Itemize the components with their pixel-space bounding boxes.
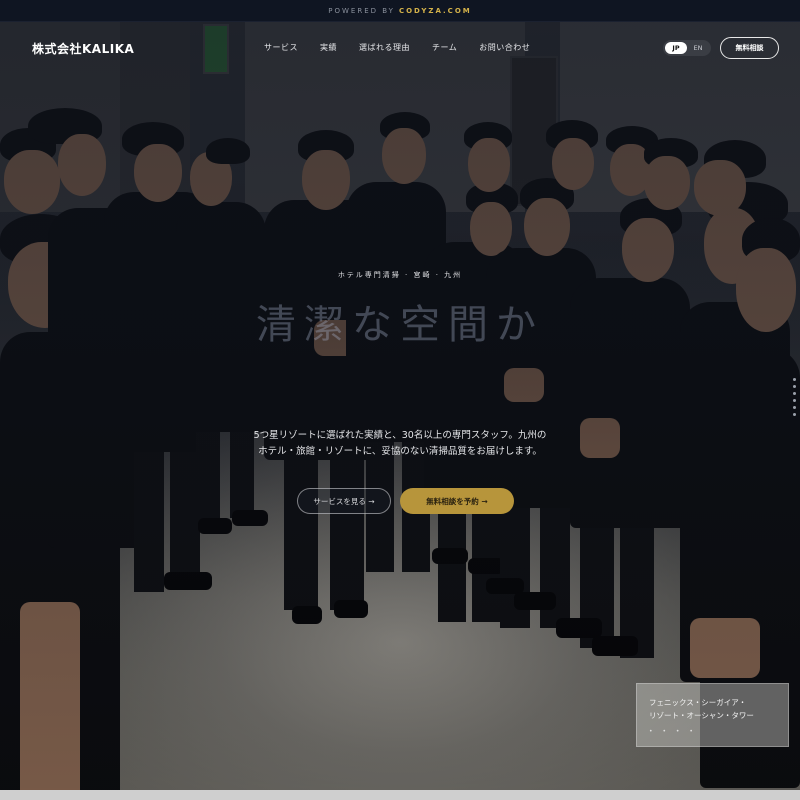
hero-description-line: ホテル・旅館・リゾートに、妥協のない清掃品質をお届けします。	[258, 446, 542, 457]
next-section-edge	[0, 790, 800, 800]
powered-by-brand-link[interactable]: CODYZA.COM	[399, 7, 472, 15]
powered-by-bar: POWERED BY CODYZA.COM	[0, 0, 800, 22]
hero-description-line: 5つ星リゾートに選ばれた実績と、30名以上の専門スタッフ。九州の	[253, 430, 547, 441]
language-toggle[interactable]: JP EN	[663, 40, 711, 56]
client-card-dots: • • • •	[649, 728, 697, 735]
nav-item-team[interactable]: チーム	[432, 42, 457, 53]
nav-item-contact[interactable]: お問い合わせ	[479, 42, 530, 53]
free-consultation-button[interactable]: 無料相談	[720, 37, 779, 59]
view-services-button[interactable]: サービスを見る →	[297, 488, 391, 514]
lang-option-jp[interactable]: JP	[665, 42, 687, 54]
hero-dark-overlay	[0, 22, 800, 790]
hero-description: 5つ星リゾートに選ばれた実績と、30名以上の専門スタッフ。九州の ホテル・旅館・…	[220, 428, 580, 460]
nav-item-services[interactable]: サービス	[264, 42, 298, 53]
powered-by-label: POWERED BY	[328, 6, 395, 15]
lang-option-en[interactable]: EN	[687, 42, 709, 54]
nav-item-reasons[interactable]: 選ばれる理由	[359, 42, 410, 53]
client-card-title-line: リゾート・オーシャン・タワー	[649, 711, 754, 720]
hero-headline: 清潔な空間か	[256, 302, 544, 348]
client-card-title-line: フェニックス・シーガイア・	[649, 698, 747, 707]
hero-eyebrow: ホテル専門清掃 · 宮崎 · 九州	[337, 271, 463, 279]
hero-background-photo	[0, 22, 800, 790]
company-logo[interactable]: 株式会社KALIKA	[32, 40, 134, 57]
nav-menu: サービス 実績 選ばれる理由 チーム お問い合わせ	[264, 42, 552, 53]
nav-item-works[interactable]: 実績	[320, 42, 337, 53]
client-card[interactable]: フェニックス・シーガイア・ リゾート・オーシャン・タワー • • • •	[636, 683, 789, 747]
main-navigation: 株式会社KALIKA サービス 実績 選ばれる理由 チーム お問い合わせ JP …	[0, 22, 800, 74]
vertical-dot-pager-icon[interactable]	[793, 378, 796, 420]
book-consultation-button[interactable]: 無料相談を予約 →	[400, 488, 514, 514]
